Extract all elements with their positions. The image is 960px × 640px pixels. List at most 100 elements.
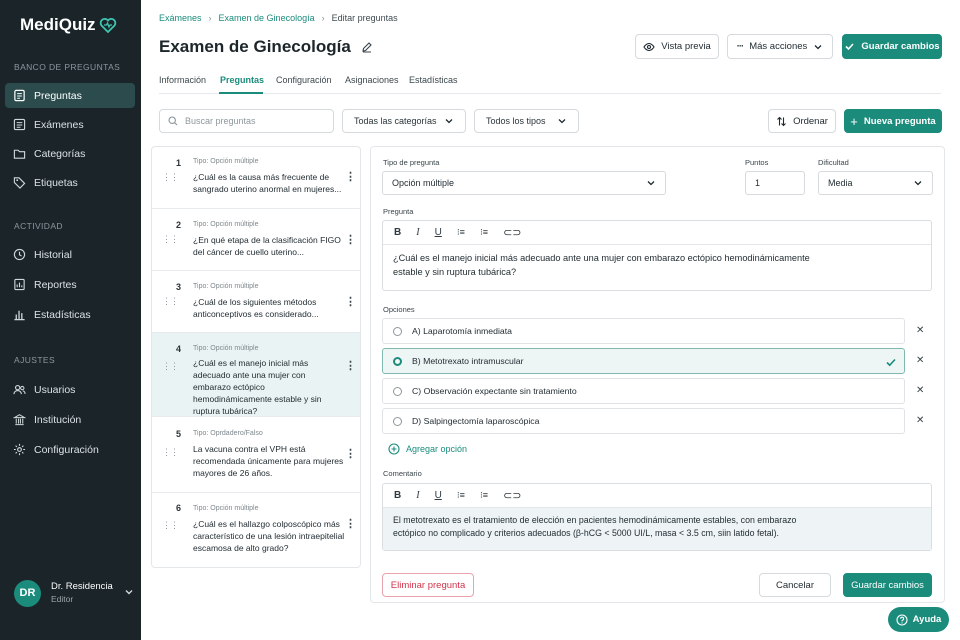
radio-button-selected[interactable] bbox=[393, 356, 402, 366]
drag-handle-icon[interactable]: ⋮⋮ bbox=[162, 234, 179, 245]
kebab-menu-icon[interactable]: ⋮ bbox=[345, 170, 356, 183]
save-label: Guardar cambios bbox=[851, 579, 924, 591]
add-option-button[interactable]: Agregar opción bbox=[388, 443, 467, 455]
link-icon[interactable]: ⊂⊃ bbox=[503, 226, 521, 239]
new-question-button[interactable]: + Nueva pregunta bbox=[844, 109, 942, 133]
comment-editor-field[interactable]: B I U ⁝≡ ⁝≡ ⊂⊃ El metotrexato es el trat… bbox=[382, 483, 932, 551]
remove-option-b-icon[interactable]: ✕ bbox=[916, 355, 924, 366]
tab-asignaciones[interactable]: Asignaciones bbox=[345, 75, 399, 85]
help-button[interactable]: Ayuda bbox=[888, 607, 949, 632]
numbered-list-icon[interactable]: ⁝≡ bbox=[480, 227, 488, 238]
link-icon[interactable]: ⊂⊃ bbox=[503, 489, 521, 502]
option-text: B) Metotrexato intramuscular bbox=[412, 356, 524, 366]
breadcrumb-item[interactable]: Exámenes bbox=[159, 13, 202, 23]
radio-button[interactable] bbox=[393, 416, 402, 426]
tab-configuracion[interactable]: Configuración bbox=[276, 75, 332, 85]
chevron-down-icon bbox=[647, 181, 655, 186]
type-filter-select[interactable]: Todos los tipos bbox=[474, 109, 579, 133]
question-item-1[interactable]: ⋮⋮ 1 Tipo: Opción múltiple ¿Cuál es la c… bbox=[152, 147, 360, 209]
numbered-list-icon[interactable]: ⁝≡ bbox=[480, 490, 488, 501]
remove-option-c-icon[interactable]: ✕ bbox=[916, 385, 924, 396]
tab-informacion[interactable]: Información bbox=[159, 75, 206, 85]
kebab-menu-icon[interactable]: ⋮ bbox=[345, 447, 356, 460]
sidebar-item-label: Estadísticas bbox=[34, 308, 91, 321]
kebab-menu-icon[interactable]: ⋮ bbox=[345, 517, 356, 530]
kebab-menu-icon[interactable]: ⋮ bbox=[345, 233, 356, 246]
remove-option-d-icon[interactable]: ✕ bbox=[916, 415, 924, 426]
sidebar-item-preguntas[interactable]: Preguntas bbox=[5, 83, 135, 108]
question-type-select[interactable]: Opción múltiple bbox=[382, 171, 666, 195]
option-d[interactable]: D) Salpingectomía laparoscópica bbox=[382, 408, 905, 434]
difficulty-select[interactable]: Media bbox=[818, 171, 933, 195]
save-changes-button[interactable]: Guardar cambios bbox=[843, 573, 932, 597]
sidebar-item-usuarios[interactable]: Usuarios bbox=[5, 377, 135, 402]
sidebar-item-configuracion[interactable]: Configuración bbox=[5, 437, 135, 462]
remove-option-a-icon[interactable]: ✕ bbox=[916, 325, 924, 336]
drag-handle-icon[interactable]: ⋮⋮ bbox=[162, 296, 179, 307]
question-number: 6 bbox=[176, 503, 182, 513]
italic-icon[interactable]: I bbox=[416, 490, 419, 501]
bullet-list-icon[interactable]: ⁝≡ bbox=[457, 227, 465, 238]
chevron-down-icon bbox=[125, 590, 133, 595]
eye-icon bbox=[643, 42, 655, 51]
sidebar-item-reportes[interactable]: Reportes bbox=[5, 272, 135, 297]
question-item-2[interactable]: ⋮⋮ 2 Tipo: Opción múltiple ¿En qué etapa… bbox=[152, 209, 360, 271]
option-a[interactable]: A) Laparotomía inmediata bbox=[382, 318, 905, 344]
drag-handle-icon[interactable]: ⋮⋮ bbox=[162, 172, 179, 183]
italic-icon[interactable]: I bbox=[416, 227, 419, 238]
underline-icon[interactable]: U bbox=[435, 490, 442, 501]
category-filter-select[interactable]: Todas las categorías bbox=[342, 109, 466, 133]
radio-button[interactable] bbox=[393, 386, 402, 396]
underline-icon[interactable]: U bbox=[435, 227, 442, 238]
breadcrumb-current: Editar preguntas bbox=[331, 13, 398, 23]
save-changes-header-button[interactable]: Guardar cambios bbox=[842, 34, 942, 59]
sidebar-item-label: Etiquetas bbox=[34, 176, 78, 189]
kebab-menu-icon[interactable]: ⋮ bbox=[345, 295, 356, 308]
tab-preguntas[interactable]: Preguntas bbox=[220, 75, 264, 85]
drag-handle-icon[interactable]: ⋮⋮ bbox=[162, 361, 179, 372]
breadcrumb-item[interactable]: Examen de Ginecología bbox=[219, 13, 315, 23]
new-question-label: Nueva pregunta bbox=[863, 115, 936, 127]
more-actions-button[interactable]: ··· Más acciones bbox=[727, 34, 833, 59]
sidebar-item-estadisticas[interactable]: Estadísticas bbox=[5, 302, 135, 327]
sidebar-item-etiquetas[interactable]: Etiquetas bbox=[5, 170, 135, 195]
question-item-5[interactable]: ⋮⋮ 5 Tipo: Oprdadero/Falso La vacuna con… bbox=[152, 417, 360, 493]
bold-icon[interactable]: B bbox=[394, 227, 401, 238]
kebab-menu-icon[interactable]: ⋮ bbox=[345, 359, 356, 372]
rich-text-toolbar: B I U ⁝≡ ⁝≡ ⊂⊃ bbox=[383, 484, 931, 508]
bullet-list-icon[interactable]: ⁝≡ bbox=[457, 490, 465, 501]
pencil-icon[interactable] bbox=[361, 41, 373, 53]
points-input[interactable]: 1 bbox=[745, 171, 805, 195]
search-input[interactable]: Buscar preguntas bbox=[159, 109, 334, 133]
app-logo[interactable]: MediQuiz bbox=[20, 15, 118, 35]
option-b[interactable]: B) Metotrexato intramuscular bbox=[382, 348, 905, 374]
delete-question-button[interactable]: Eliminar pregunta bbox=[382, 573, 474, 597]
bold-icon[interactable]: B bbox=[394, 490, 401, 501]
sidebar-item-institucion[interactable]: Institución bbox=[5, 407, 135, 432]
user-menu[interactable]: DR Dr. Residencia Editor bbox=[14, 578, 134, 608]
sidebar-item-categorias[interactable]: Categorías bbox=[5, 141, 135, 166]
question-editor-field[interactable]: B I U ⁝≡ ⁝≡ ⊂⊃ ¿Cuál es el manejo inicia… bbox=[382, 220, 932, 291]
bar-chart-icon bbox=[14, 310, 25, 321]
question-item-3[interactable]: ⋮⋮ 3 Tipo: Opción múltiple ¿Cuál de los … bbox=[152, 271, 360, 333]
preview-button[interactable]: Vista previa bbox=[635, 34, 719, 59]
drag-handle-icon[interactable]: ⋮⋮ bbox=[162, 447, 179, 458]
question-text: ¿Cuál de los siguientes métodos anticonc… bbox=[193, 297, 319, 319]
clock-icon bbox=[13, 248, 26, 261]
page-title: Examen de Ginecología bbox=[159, 37, 351, 56]
save-label: Guardar cambios bbox=[861, 41, 940, 52]
option-c[interactable]: C) Observación expectante sin tratamient… bbox=[382, 378, 905, 404]
section-title-banco: BANCO DE PREGUNTAS bbox=[14, 62, 121, 72]
question-type: Tipo: Opción múltiple bbox=[193, 283, 259, 290]
tab-estadisticas[interactable]: Estadísticas bbox=[409, 75, 458, 85]
sidebar-item-examenes[interactable]: Exámenes bbox=[5, 112, 135, 137]
ellipsis-icon: ··· bbox=[736, 41, 744, 52]
sort-button[interactable]: Ordenar bbox=[768, 109, 836, 133]
question-item-4[interactable]: ⋮⋮ 4 Tipo: Opción múltiple ¿Cuál es el m… bbox=[152, 333, 360, 417]
chevron-down-icon bbox=[445, 119, 453, 124]
sidebar-item-historial[interactable]: Historial bbox=[5, 242, 135, 267]
radio-button[interactable] bbox=[393, 326, 402, 336]
question-item-6[interactable]: ⋮⋮ 6 Tipo: Opción múltiple ¿Cuál es el h… bbox=[152, 493, 360, 567]
cancel-button[interactable]: Cancelar bbox=[759, 573, 831, 597]
drag-handle-icon[interactable]: ⋮⋮ bbox=[162, 520, 179, 531]
